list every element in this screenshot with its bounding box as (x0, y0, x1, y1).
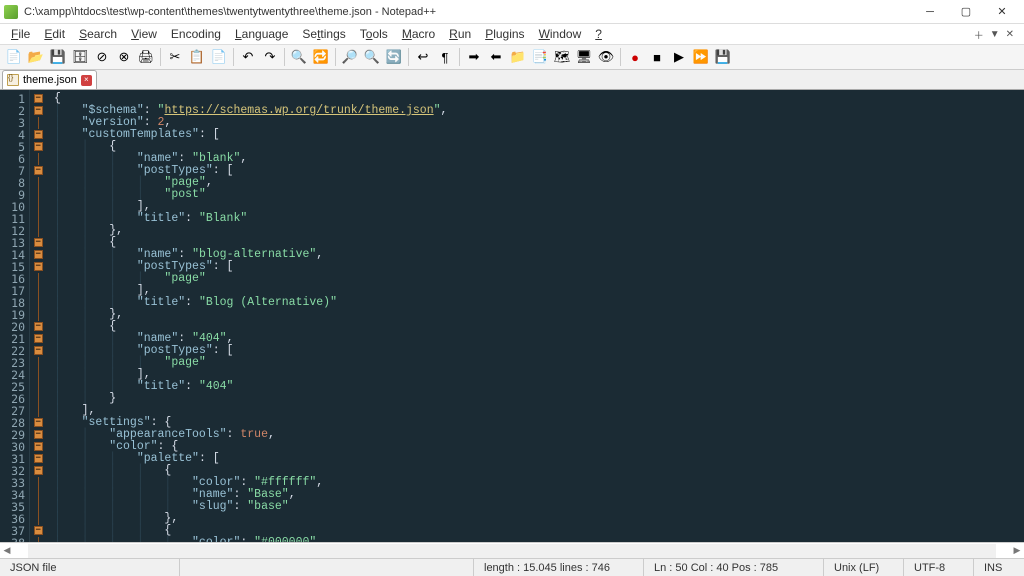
plus-icon[interactable]: ＋ (974, 27, 984, 42)
menu-language[interactable]: Language (228, 26, 295, 42)
record-icon[interactable]: ● (625, 47, 645, 67)
eye-icon[interactable]: 👁 (596, 47, 616, 67)
app-icon (4, 5, 18, 19)
find-icon[interactable]: 🔍 (289, 47, 309, 67)
close-file-icon[interactable]: ⊘ (92, 47, 112, 67)
toolbar-extras: ＋ ▼ ✕ (974, 27, 1020, 42)
status-length: length : 15.045 lines : 746 (474, 559, 644, 576)
menu-help[interactable]: ? (588, 26, 609, 42)
func-list-icon[interactable]: 📑 (530, 47, 550, 67)
menu-search[interactable]: Search (72, 26, 124, 42)
menu-edit[interactable]: Edit (37, 26, 72, 42)
close-all-icon[interactable]: ⊗ (114, 47, 134, 67)
stop-icon[interactable]: ■ (647, 47, 667, 67)
save-all-icon[interactable]: 🗄 (70, 47, 90, 67)
undo-icon[interactable]: ↶ (238, 47, 258, 67)
new-file-icon[interactable]: 📄 (4, 47, 24, 67)
maximize-button[interactable]: ▢ (948, 0, 984, 24)
x-icon[interactable]: ✕ (1006, 29, 1014, 40)
status-eol: Unix (LF) (824, 559, 904, 576)
menu-view[interactable]: View (124, 26, 164, 42)
minimize-button[interactable]: ─ (912, 0, 948, 24)
file-tab[interactable]: theme.json × (2, 70, 97, 89)
status-encoding: UTF-8 (904, 559, 974, 576)
copy-icon[interactable]: 📋 (187, 47, 207, 67)
play-multi-icon[interactable]: ⏩ (691, 47, 711, 67)
menu-encoding[interactable]: Encoding (164, 26, 228, 42)
play-icon[interactable]: ▶ (669, 47, 689, 67)
menus: File Edit Search View Encoding Language … (4, 26, 609, 42)
folder-icon[interactable]: 📁 (508, 47, 528, 67)
all-chars-icon[interactable]: ¶ (435, 47, 455, 67)
open-file-icon[interactable]: 📂 (26, 47, 46, 67)
menu-plugins[interactable]: Plugins (478, 26, 531, 42)
status-spacer (180, 559, 474, 576)
tab-bar: theme.json × (0, 70, 1024, 90)
menu-settings[interactable]: Settings (295, 26, 352, 42)
zoom-out-icon[interactable]: 🔍 (362, 47, 382, 67)
zoom-in-icon[interactable]: 🔎 (340, 47, 360, 67)
window-title: C:\xampp\htdocs\test\wp-content\themes\t… (24, 6, 912, 18)
scroll-left-icon[interactable]: ◀ (0, 544, 14, 558)
triangle-down-icon[interactable]: ▼ (990, 29, 1000, 40)
paste-icon[interactable]: 📄 (209, 47, 229, 67)
close-button[interactable]: ✕ (984, 0, 1020, 24)
sync-icon[interactable]: 🔄 (384, 47, 404, 67)
wrap-icon[interactable]: ↩ (413, 47, 433, 67)
outdent-icon[interactable]: ⬅ (486, 47, 506, 67)
json-file-icon (7, 74, 19, 86)
cut-icon[interactable]: ✂ (165, 47, 185, 67)
menu-run[interactable]: Run (442, 26, 478, 42)
scroll-track[interactable] (28, 544, 996, 558)
tab-label: theme.json (23, 74, 77, 86)
replace-icon[interactable]: 🔁 (311, 47, 331, 67)
status-language: JSON file (0, 559, 180, 576)
menubar: File Edit Search View Encoding Language … (0, 24, 1024, 44)
save-macro-icon[interactable]: 💾 (713, 47, 733, 67)
statusbar: JSON file length : 15.045 lines : 746 Ln… (0, 558, 1024, 576)
status-position: Ln : 50 Col : 40 Pos : 785 (644, 559, 824, 576)
toolbar: 📄 📂 💾 🗄 ⊘ ⊗ 🖨 ✂ 📋 📄 ↶ ↷ 🔍 🔁 🔎 🔍 🔄 ↩ ¶ ➡ … (0, 44, 1024, 70)
redo-icon[interactable]: ↷ (260, 47, 280, 67)
editor[interactable]: 1234567891011121314151617181920212223242… (0, 90, 1024, 542)
print-icon[interactable]: 🖨 (136, 47, 156, 67)
menu-window[interactable]: Window (532, 26, 589, 42)
menu-tools[interactable]: Tools (353, 26, 395, 42)
titlebar: C:\xampp\htdocs\test\wp-content\themes\t… (0, 0, 1024, 24)
indent-icon[interactable]: ➡ (464, 47, 484, 67)
code-area[interactable]: {│ "$schema": "https://schemas.wp.org/tr… (46, 90, 1024, 542)
fold-gutter[interactable] (30, 90, 46, 542)
status-insert: INS (974, 559, 1024, 576)
save-icon[interactable]: 💾 (48, 47, 68, 67)
monitor-icon[interactable]: 🖥 (574, 47, 594, 67)
horizontal-scrollbar[interactable]: ◀ ▶ (0, 542, 1024, 558)
scroll-right-icon[interactable]: ▶ (1010, 544, 1024, 558)
menu-macro[interactable]: Macro (395, 26, 442, 42)
tab-close-icon[interactable]: × (81, 75, 92, 86)
line-number-gutter: 1234567891011121314151617181920212223242… (0, 90, 30, 542)
doc-map-icon[interactable]: 🗺 (552, 47, 572, 67)
menu-file[interactable]: File (4, 26, 37, 42)
